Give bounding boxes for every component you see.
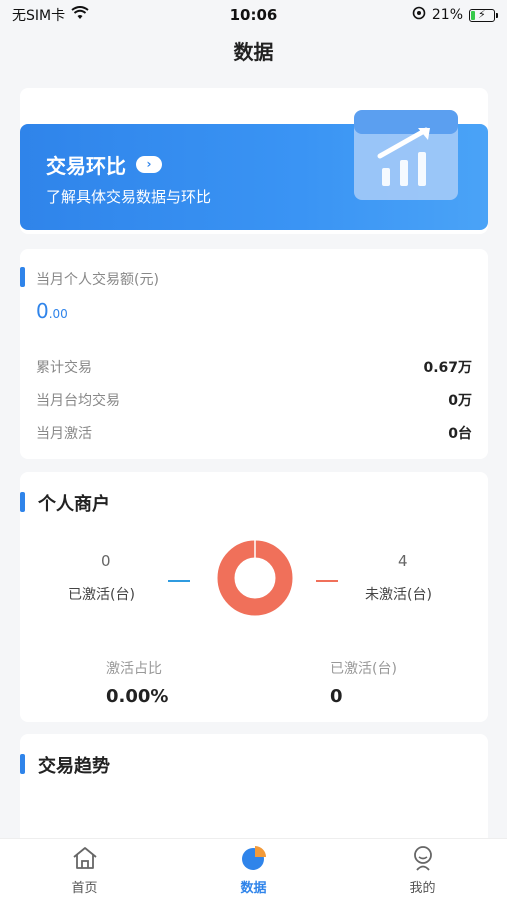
tab-mine-label: 我的 [409, 881, 436, 896]
carrier-label: 无SIM卡 [12, 8, 66, 24]
chart-illustration-icon [354, 110, 458, 200]
bottom-tab-bar: 首页 数据 我的 [0, 838, 507, 900]
tab-data-label: 数据 [240, 881, 267, 896]
wifi-icon [71, 6, 89, 24]
tab-mine[interactable]: 我的 [338, 839, 507, 900]
stat-row: 当月激活 0台 [36, 423, 472, 443]
banner-card: 交易环比 › 了解具体交易数据与环比 [20, 88, 488, 234]
personal-stats-card: 当月个人交易额(元) 0.00 累计交易 0.67万 当月台均交易 0万 当月激活 0… [20, 249, 488, 459]
activated-label: 已激活(台) [68, 587, 135, 603]
merchant-title: 个人商户 [38, 494, 110, 515]
section-accent [20, 267, 25, 287]
monthly-amount-value: 0.00 [36, 299, 68, 323]
amount-integer: 0 [36, 299, 49, 323]
banner-title: 交易环比 [46, 154, 126, 178]
stat-row: 当月台均交易 0万 [36, 390, 472, 410]
stat-row-label: 当月激活 [36, 426, 92, 442]
orientation-lock-icon [412, 6, 426, 24]
section-accent [20, 492, 25, 512]
stat-row-label: 累计交易 [36, 360, 92, 376]
activation-ratio-value: 0.00% [106, 686, 169, 707]
tab-data[interactable]: 数据 [169, 839, 338, 900]
activated-total-label: 已激活(台) [330, 661, 397, 677]
banner-subtitle: 了解具体交易数据与环比 [46, 188, 212, 206]
chevron-right-icon: › [136, 156, 162, 173]
status-bar: 无SIM卡 10:06 21% ⚡ [0, 0, 507, 30]
merchant-card: 个人商户 0 已激活(台) 4 未激活(台) 激活占比 0.00% 已激活(台)… [20, 472, 488, 722]
tab-home[interactable]: 首页 [0, 839, 169, 900]
inactive-legend-line [316, 580, 338, 582]
stat-row-label: 当月台均交易 [36, 393, 120, 409]
clock: 10:06 [229, 6, 278, 24]
user-icon [413, 846, 432, 871]
stat-row: 累计交易 0.67万 [36, 357, 472, 377]
pie-chart-icon [241, 846, 266, 870]
trade-compare-banner[interactable]: 交易环比 › 了解具体交易数据与环比 [20, 110, 488, 230]
tab-home-label: 首页 [71, 881, 98, 896]
activated-count: 0 [101, 552, 111, 570]
battery-icon: ⚡ [469, 8, 498, 22]
home-icon [72, 847, 97, 869]
amount-decimal: .00 [48, 307, 68, 321]
trend-title: 交易趋势 [38, 756, 110, 777]
monthly-amount-label: 当月个人交易额(元) [36, 272, 159, 288]
activation-donut-chart [217, 540, 293, 616]
activated-total-value: 0 [330, 686, 343, 707]
trend-card: 交易趋势 [20, 734, 488, 854]
battery-percent: 21% [431, 7, 463, 23]
activation-ratio-label: 激活占比 [106, 661, 162, 677]
page-title: 数据 [233, 40, 274, 64]
stat-row-value: 0.67万 [423, 360, 472, 376]
activated-legend-line [168, 580, 190, 582]
section-accent [20, 754, 25, 774]
stat-row-value: 0台 [448, 426, 472, 442]
stat-row-value: 0万 [448, 393, 472, 409]
inactive-count: 4 [398, 552, 408, 570]
inactive-label: 未激活(台) [365, 587, 432, 603]
